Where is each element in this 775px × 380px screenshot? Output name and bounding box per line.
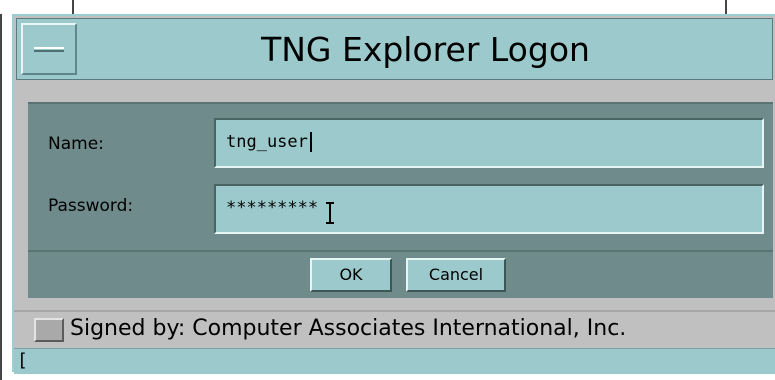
password-label: Password: — [48, 196, 134, 216]
button-bar: OK Cancel — [28, 250, 773, 298]
ok-button[interactable]: OK — [310, 258, 392, 292]
text-caret — [309, 132, 312, 152]
password-value: ********* — [226, 198, 319, 218]
ibeam-cursor-icon — [326, 202, 334, 224]
window-menu-icon — [34, 47, 64, 52]
status-bar-text: [ — [17, 350, 28, 371]
title-bar: TNG Explorer Logon — [16, 18, 773, 80]
desktop-line-left — [0, 14, 2, 380]
name-label: Name: — [48, 134, 104, 154]
signed-by-text: Signed by: Computer Associates Internati… — [70, 316, 627, 341]
logon-window: TNG Explorer Logon Name: tng_user Passwo… — [12, 14, 775, 374]
name-value: tng_user — [226, 132, 308, 152]
desktop-line-top-right — [725, 0, 727, 14]
status-bar: [ — [14, 348, 775, 374]
signature-indicator-icon — [34, 318, 64, 342]
name-field[interactable]: tng_user — [214, 118, 764, 168]
password-field[interactable]: ********* — [214, 184, 764, 234]
signature-strip: Signed by: Computer Associates Internati… — [14, 310, 775, 348]
cancel-button[interactable]: Cancel — [406, 258, 506, 292]
window-menu-button[interactable] — [21, 23, 77, 75]
desktop-line-top-left — [72, 0, 74, 14]
window-title: TNG Explorer Logon — [261, 30, 590, 69]
